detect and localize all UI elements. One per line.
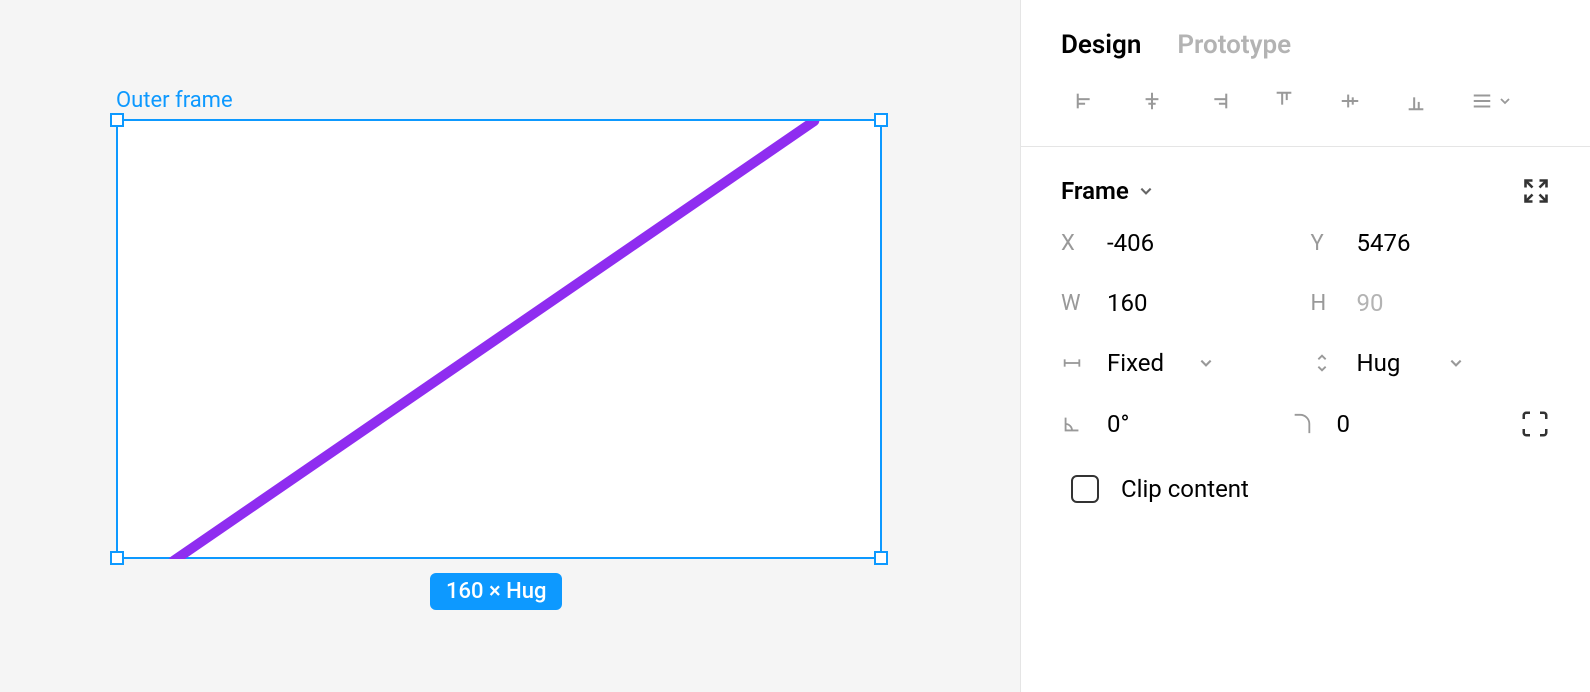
align-top-icon[interactable] [1271, 88, 1297, 114]
w-mode-field[interactable]: Fixed [1061, 349, 1301, 377]
h-mode-field[interactable]: Hug [1311, 349, 1551, 377]
frame-section-header: Frame [1021, 147, 1590, 221]
angle-icon [1061, 413, 1089, 435]
distribute-dropdown[interactable] [1469, 88, 1511, 114]
frame-section-toggle[interactable]: Frame [1061, 177, 1153, 205]
chevron-down-icon [1499, 95, 1511, 107]
panel-tabs: Design Prototype [1021, 0, 1590, 88]
independent-corners-icon[interactable] [1520, 409, 1550, 439]
selected-frame[interactable] [116, 119, 882, 559]
rotation-radius-row: 0° 0 [1061, 409, 1550, 439]
clip-content-label: Clip content [1121, 475, 1249, 503]
h-label: H [1311, 291, 1339, 316]
position-row: X -406 Y 5476 [1061, 229, 1550, 257]
clip-content-row: Clip content [1021, 439, 1590, 503]
align-left-icon[interactable] [1073, 88, 1099, 114]
distribute-icon [1469, 88, 1495, 114]
w-mode-value: Fixed [1107, 349, 1187, 377]
clip-content-checkbox[interactable] [1071, 475, 1099, 503]
align-right-icon[interactable] [1205, 88, 1231, 114]
resize-handle-tr[interactable] [874, 113, 888, 127]
align-vcenter-icon[interactable] [1337, 88, 1363, 114]
tab-design[interactable]: Design [1061, 30, 1141, 60]
frame-section-title: Frame [1061, 177, 1129, 205]
y-value: 5476 [1357, 229, 1437, 257]
chevron-down-icon [1199, 356, 1213, 370]
alignment-row [1021, 88, 1590, 147]
chevron-down-icon [1449, 356, 1463, 370]
horizontal-resize-icon [1061, 352, 1089, 374]
x-field[interactable]: X -406 [1061, 229, 1301, 257]
radius-field[interactable]: 0 [1291, 410, 1511, 438]
w-label: W [1061, 291, 1089, 316]
h-mode-value: Hug [1357, 349, 1437, 377]
y-label: Y [1311, 231, 1339, 256]
size-row: W 160 H 90 [1061, 289, 1550, 317]
align-bottom-icon[interactable] [1403, 88, 1429, 114]
vertical-resize-icon [1311, 352, 1339, 374]
y-field[interactable]: Y 5476 [1311, 229, 1551, 257]
x-label: X [1061, 231, 1089, 256]
corner-radius-icon [1291, 413, 1319, 435]
canvas-area[interactable]: Outer frame 160 × Hug [0, 0, 1020, 692]
resize-mode-row: Fixed Hug [1061, 349, 1550, 377]
align-hcenter-icon[interactable] [1139, 88, 1165, 114]
w-value: 160 [1107, 289, 1187, 317]
chevron-down-icon [1139, 184, 1153, 198]
properties-list: X -406 Y 5476 W 160 H 90 [1021, 221, 1590, 439]
frame-label: Outer frame [116, 88, 233, 113]
resize-handle-bl[interactable] [110, 551, 124, 565]
rotation-field[interactable]: 0° [1061, 410, 1281, 438]
resize-handle-tl[interactable] [110, 113, 124, 127]
w-field[interactable]: W 160 [1061, 289, 1301, 317]
dimension-badge: 160 × Hug [430, 573, 562, 610]
resize-handle-br[interactable] [874, 551, 888, 565]
h-value: 90 [1357, 289, 1437, 317]
rotation-value: 0° [1107, 410, 1187, 438]
vector-stroke [118, 121, 880, 559]
x-value: -406 [1107, 229, 1187, 257]
tab-prototype[interactable]: Prototype [1177, 30, 1291, 60]
resize-to-fit-icon[interactable] [1522, 177, 1550, 205]
h-field[interactable]: H 90 [1311, 289, 1551, 317]
inspector-panel: Design Prototype Frame [1020, 0, 1590, 692]
radius-value: 0 [1337, 410, 1417, 438]
